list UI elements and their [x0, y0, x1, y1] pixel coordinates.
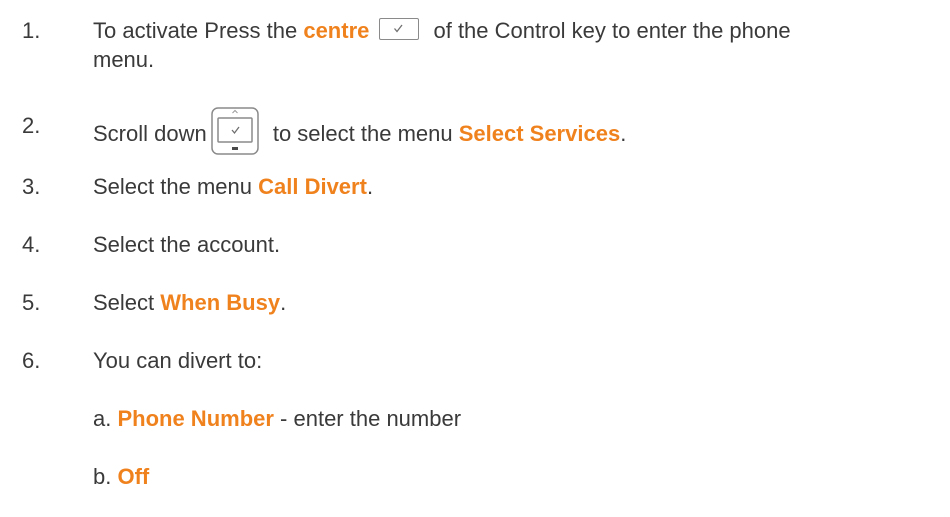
option-prefix: a.: [93, 406, 118, 431]
step-number: 3.: [22, 174, 41, 199]
step-text: Select the menu Call Divert.: [93, 172, 933, 201]
highlight-term: Call Divert: [258, 174, 367, 199]
highlight-term: Phone Number: [117, 406, 274, 431]
highlight-term: Select Services: [458, 120, 621, 146]
step-text: Scroll down to select the menu Select Se…: [93, 107, 933, 159]
step-text: Select When Busy.: [93, 288, 933, 317]
highlight-term: Off: [117, 464, 150, 489]
step-text-part: .: [280, 290, 287, 315]
step-text: To activate Press the centre of the Cont…: [93, 16, 933, 74]
step-text-part: to select the menu: [266, 120, 459, 146]
step-text-part: Scroll down: [93, 120, 207, 146]
step-number: 2.: [22, 113, 41, 138]
step-text-part: Select: [93, 290, 161, 315]
step-text: You can divert to:: [93, 346, 933, 375]
option-text: a. Phone Number - enter the number: [93, 404, 933, 433]
step-text-part: menu.: [93, 47, 155, 72]
step-text-part: of the Control key to enter the phone: [427, 18, 791, 43]
step-number: 4.: [22, 232, 41, 257]
step-number: 1.: [22, 18, 41, 43]
step-number: 6.: [22, 348, 41, 373]
step-text-part: Select the account.: [93, 232, 281, 257]
highlight-term: centre: [303, 18, 370, 43]
option-text-part: - enter the number: [273, 406, 462, 431]
step-text-part: To activate Press the: [93, 18, 304, 43]
step-text-part: .: [366, 174, 374, 199]
control-key-scroll-icon: [210, 107, 259, 155]
step-text: Select the account.: [93, 230, 933, 259]
step-text-part: Select the menu: [93, 174, 259, 199]
step-number: 5.: [22, 290, 41, 315]
highlight-term: When Busy: [160, 290, 281, 315]
step-text-part: .: [620, 120, 627, 146]
control-key-centre-icon: [379, 18, 420, 41]
step-text-part: You can divert to:: [93, 348, 263, 373]
option-prefix: b.: [93, 464, 118, 489]
option-text: b. Off: [93, 462, 933, 491]
